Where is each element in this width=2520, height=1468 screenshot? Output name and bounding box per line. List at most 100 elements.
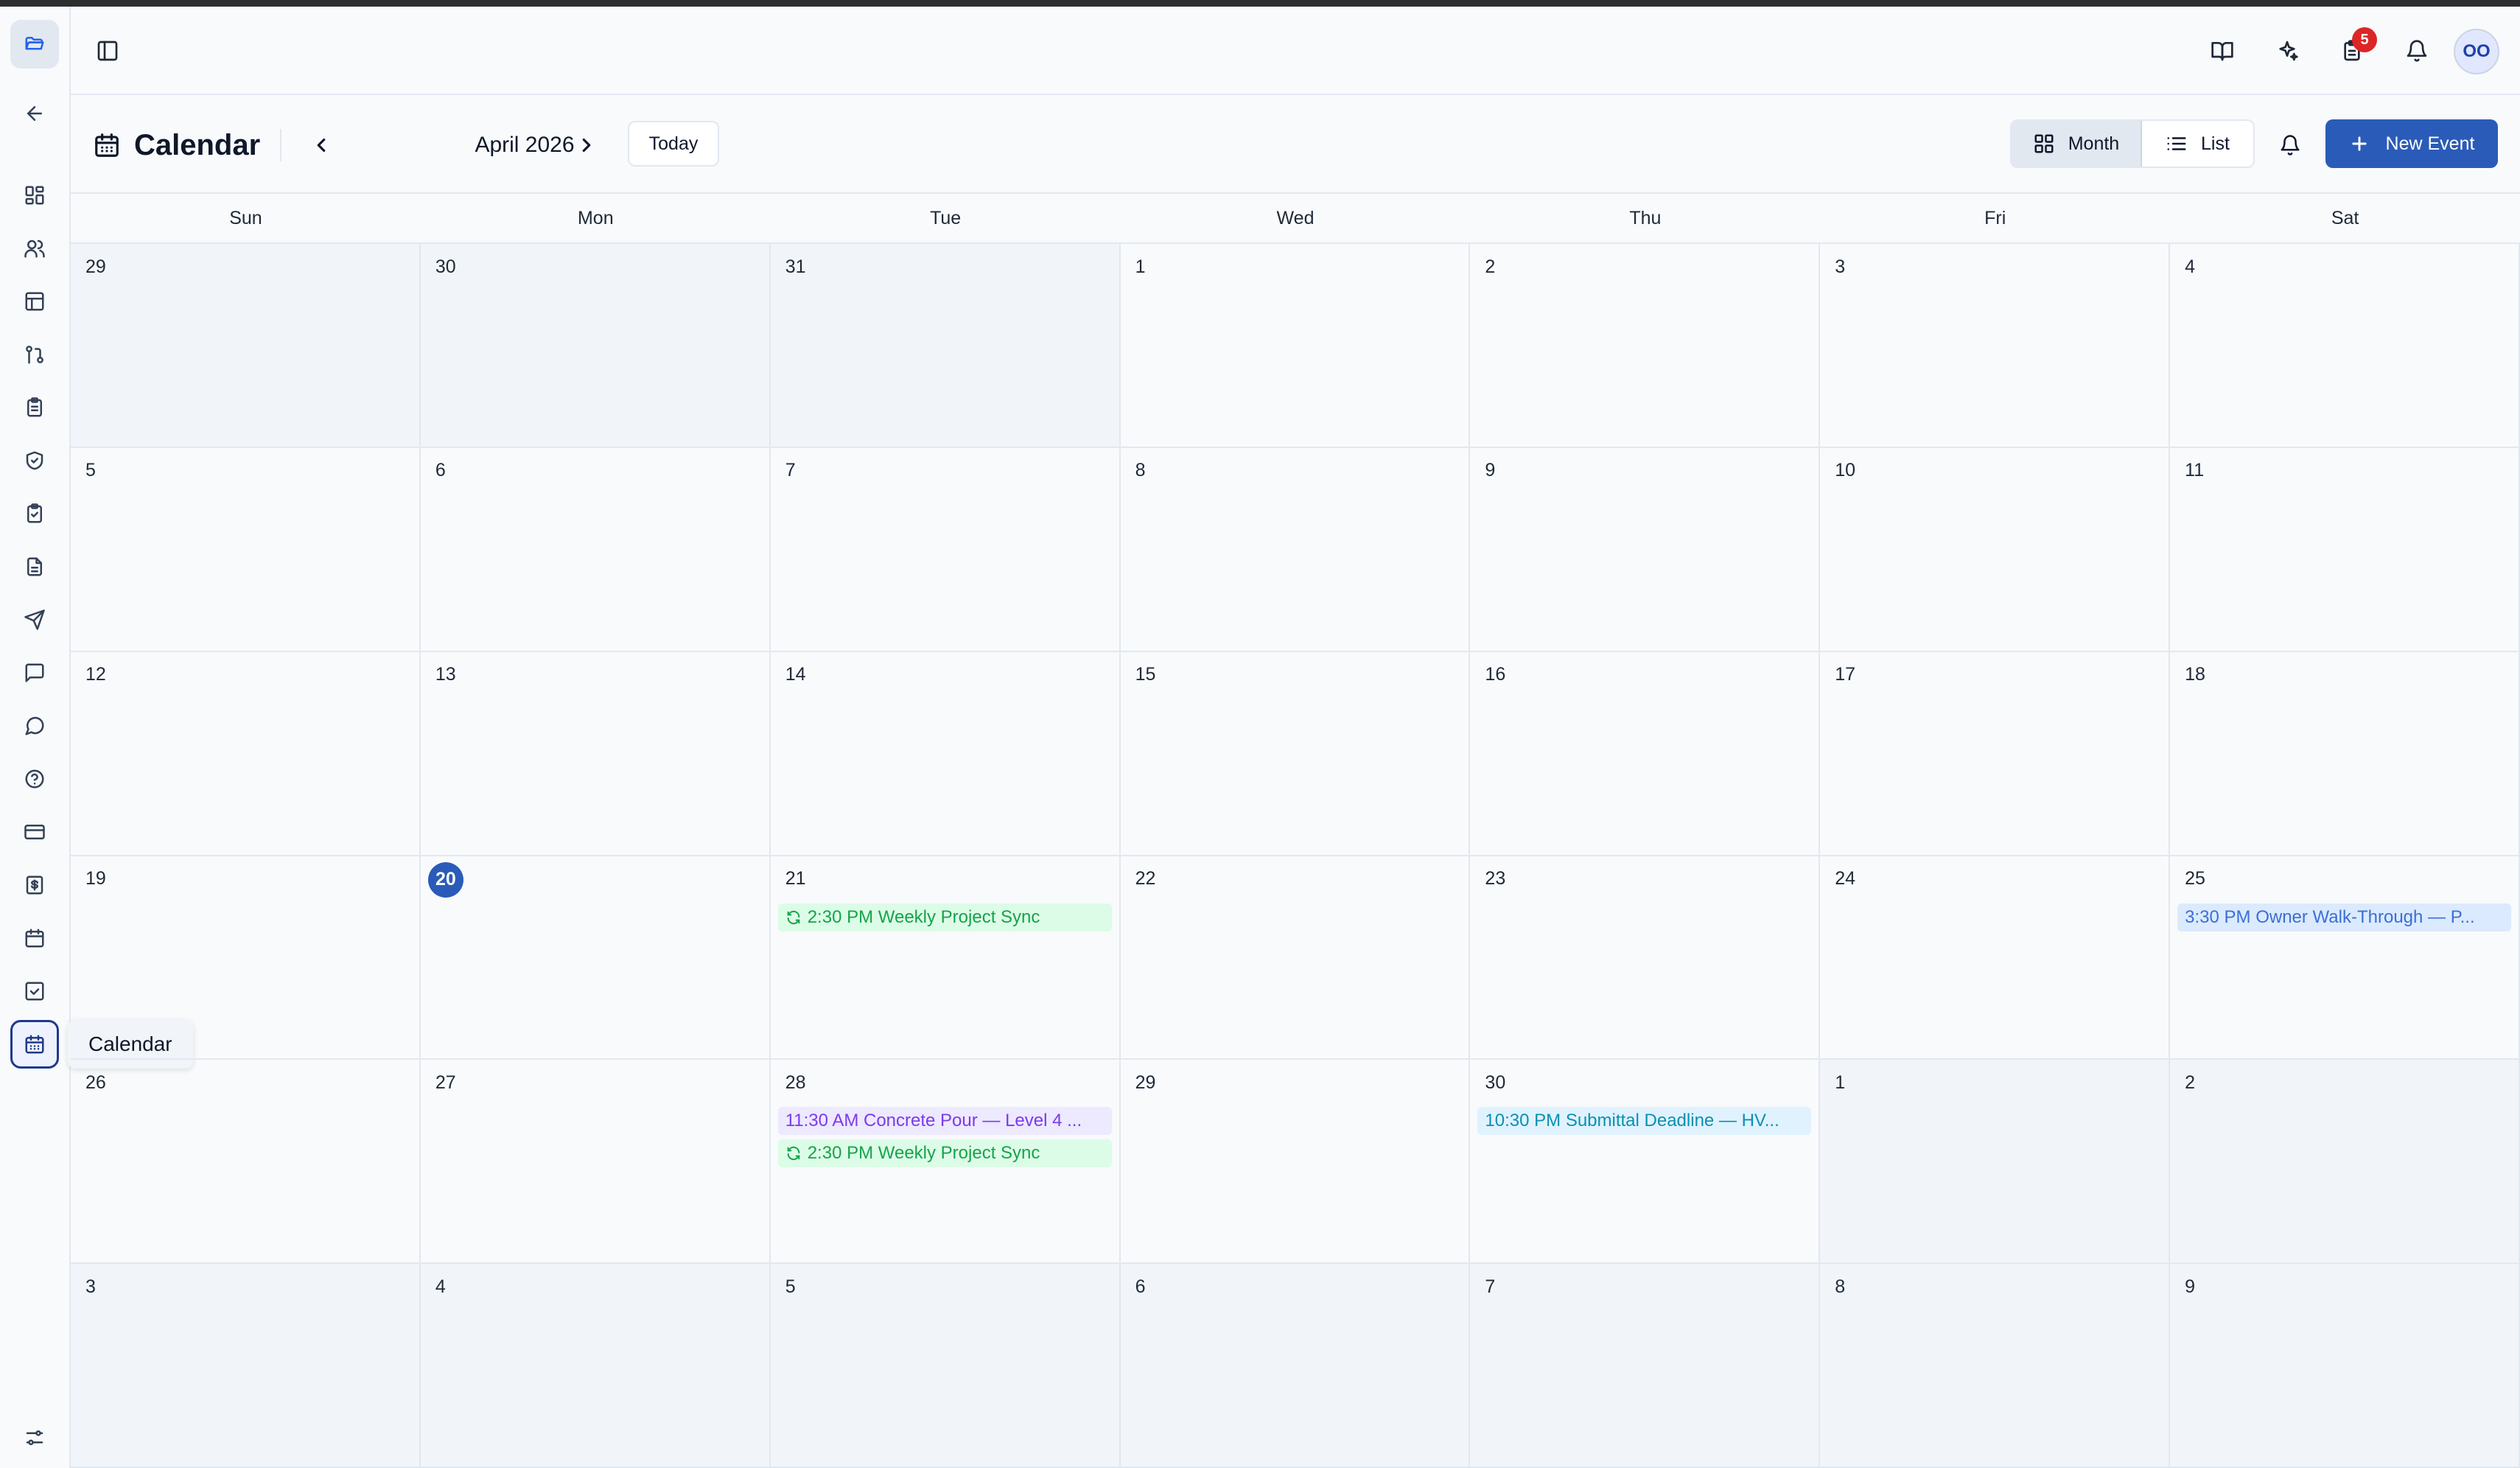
day-number: 14: [785, 664, 806, 685]
calendar-day-cell[interactable]: 17: [1820, 651, 2171, 856]
calendar-day-cell[interactable]: 28 11:30 AM Concrete Pour — Level 4 ... 2:…: [770, 1060, 1121, 1265]
calendar-event[interactable]: 10:30 PM Submittal Deadline — HV...: [1477, 1107, 1812, 1136]
calendar-event[interactable]: 2:30 PM Weekly Project Sync: [777, 1139, 1112, 1168]
page-title-group: Calendar: [93, 123, 260, 167]
sidebar-item-documents[interactable]: [10, 542, 59, 591]
weekday-header: Tue: [930, 207, 962, 228]
calendar-day-cell[interactable]: 5: [770, 1264, 1121, 1468]
notifications-button[interactable]: [2395, 29, 2439, 73]
file-text-icon: [27, 557, 42, 576]
sidebar-item-safety[interactable]: [10, 436, 59, 485]
weekday-header: Sun: [229, 207, 262, 228]
calendar-day-cell[interactable]: 23: [1470, 856, 1821, 1060]
calendar-day-cell[interactable]: 18: [2170, 651, 2520, 856]
calendar-day-cell[interactable]: 14: [770, 651, 1121, 856]
dashboard-icon: [25, 186, 44, 205]
calendar-day-cell[interactable]: 19: [71, 856, 421, 1060]
tasks-clipboard-button[interactable]: 5: [2330, 27, 2377, 73]
calendar-day-cell[interactable]: 27: [420, 1060, 771, 1265]
calendar-day-cell[interactable]: 29: [1120, 1060, 1471, 1265]
sidebar-item-table[interactable]: [10, 277, 59, 326]
weekday-header: Thu: [1629, 207, 1662, 228]
day-events: 3:30 PM Owner Walk-Through — P...: [2177, 903, 2511, 932]
previous-month-button[interactable]: [299, 123, 343, 167]
sidebar-item-rfi[interactable]: [10, 755, 59, 803]
panel-left-icon: [97, 41, 118, 61]
month-view-button[interactable]: Month: [2012, 121, 2142, 167]
calendar-day-cell[interactable]: 30 10:30 PM Submittal Deadline — HV...: [1470, 1060, 1821, 1265]
docs-button[interactable]: [2200, 29, 2244, 73]
sidebar-item-dashboard[interactable]: [10, 171, 59, 220]
calendar-day-cell[interactable]: 11: [2170, 447, 2520, 652]
calendar-day-cell[interactable]: 4: [420, 1264, 771, 1468]
calendar-day-cell[interactable]: 2: [1470, 244, 1821, 448]
sidebar-item-workflow[interactable]: [10, 330, 59, 379]
sidebar-projects-folder[interactable]: [10, 20, 59, 69]
calendar-day-cell[interactable]: 24: [1820, 856, 2171, 1060]
user-avatar[interactable]: OO: [2454, 29, 2499, 74]
calendar-day-cell[interactable]: 1: [1820, 1060, 2171, 1265]
calendar-day-cell[interactable]: 4: [2170, 244, 2520, 448]
sidebar-settings[interactable]: [10, 1413, 59, 1462]
sidebar-item-inspections[interactable]: [10, 489, 59, 538]
calendar-day-cell[interactable]: 8: [1120, 447, 1471, 652]
calendar-day-cell[interactable]: 8: [1820, 1264, 2171, 1468]
sidebar-item-transmittals[interactable]: [10, 595, 59, 644]
calendar-day-cell[interactable]: 20: [420, 856, 771, 1060]
calendar-event[interactable]: 2:30 PM Weekly Project Sync: [777, 903, 1112, 932]
calendar-day-cell[interactable]: 21 2:30 PM Weekly Project Sync: [770, 856, 1121, 1060]
sidebar-item-clipboard[interactable]: [10, 383, 59, 432]
calendar-day-cell[interactable]: 12: [71, 651, 421, 856]
calendar-day-cell[interactable]: 29: [71, 244, 421, 448]
sidebar-item-tasks[interactable]: [10, 967, 59, 1016]
calendar-day-cell[interactable]: 31: [770, 244, 1121, 448]
calendar-day-cell[interactable]: 3: [71, 1264, 421, 1468]
page-title: Calendar: [134, 128, 261, 161]
calendar-day-cell[interactable]: 26: [71, 1060, 421, 1265]
day-number: 6: [1135, 1276, 1146, 1297]
calendar-day-cell[interactable]: 6: [1120, 1264, 1471, 1468]
list-view-button[interactable]: List: [2142, 121, 2253, 167]
next-month-button[interactable]: [564, 123, 609, 167]
calendar-day-cell[interactable]: 7: [770, 447, 1121, 652]
sidebar-back[interactable]: [10, 89, 59, 138]
toggle-sidebar-button[interactable]: [85, 29, 130, 73]
sidebar-item-messages[interactable]: [10, 649, 59, 697]
calendar-event[interactable]: 3:30 PM Owner Walk-Through — P...: [2177, 903, 2511, 932]
sidebar-item-billing[interactable]: [10, 808, 59, 856]
plus-icon: [2351, 136, 2367, 151]
reminders-button[interactable]: [2268, 123, 2312, 167]
new-event-button[interactable]: New Event: [2325, 119, 2498, 168]
calendar-day-cell[interactable]: 15: [1120, 651, 1471, 856]
calendar-toolbar: Calendar April 2026 Today Month List New…: [71, 97, 2520, 194]
calendar-day-cell[interactable]: 9: [2170, 1264, 2520, 1468]
calendar-day-cell[interactable]: 10: [1820, 447, 2171, 652]
weekday-header: Mon: [577, 207, 614, 228]
calendar-day-cell[interactable]: 2: [2170, 1060, 2520, 1265]
day-number: 24: [1835, 868, 1856, 889]
ai-assistant-button[interactable]: [2265, 29, 2309, 73]
calendar-day-cell[interactable]: 5: [71, 447, 421, 652]
sidebar-item-chat[interactable]: [10, 702, 59, 750]
sidebar-item-budget[interactable]: [10, 861, 59, 909]
sidebar-item-schedule[interactable]: [10, 914, 59, 962]
calendar-day-cell[interactable]: 30: [420, 244, 771, 448]
calendar-day-cell[interactable]: 25 3:30 PM Owner Walk-Through — P...: [2170, 856, 2520, 1060]
calendar-day-cell[interactable]: 9: [1470, 447, 1821, 652]
chevron-left-icon: [317, 138, 326, 153]
day-number: 18: [2185, 664, 2205, 685]
calendar-event[interactable]: 11:30 AM Concrete Pour — Level 4 ...: [777, 1107, 1112, 1136]
window-top-strip: [0, 0, 2520, 7]
calendar-day-cell[interactable]: 3: [1820, 244, 2171, 448]
today-button[interactable]: Today: [628, 121, 719, 167]
calendar-day-cell[interactable]: 13: [420, 651, 771, 856]
sidebar-item-calendar[interactable]: [10, 1020, 59, 1069]
calendar-days-icon: [25, 1035, 44, 1054]
calendar-day-cell[interactable]: 22: [1120, 856, 1471, 1060]
calendar-day-cell[interactable]: 1: [1120, 244, 1471, 448]
dollar-receipt-icon: [26, 875, 43, 895]
calendar-day-cell[interactable]: 6: [420, 447, 771, 652]
calendar-day-cell[interactable]: 16: [1470, 651, 1821, 856]
sidebar-item-team[interactable]: [10, 224, 59, 273]
calendar-day-cell[interactable]: 7: [1470, 1264, 1821, 1468]
